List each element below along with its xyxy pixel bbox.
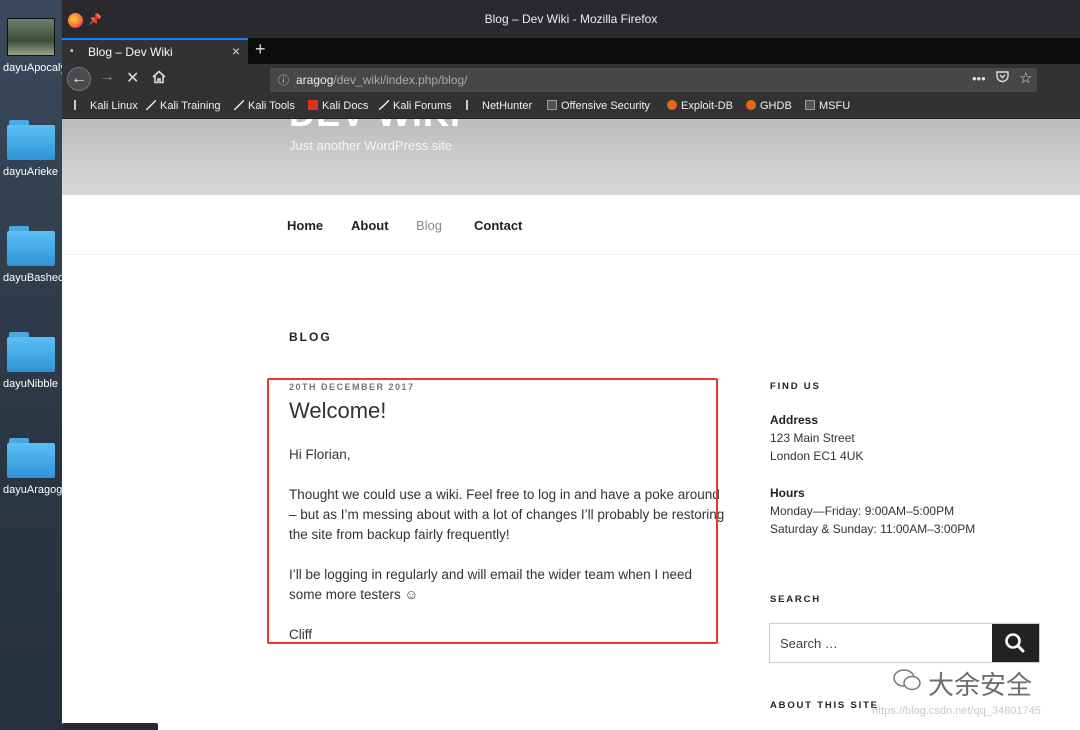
desktop-icon-dayuapocaly[interactable]: dayuApocaly [0,18,62,74]
bookmark-kali-training[interactable]: Kali Training [146,100,221,112]
desktop-icon-label: dayuBashed [3,272,62,284]
pocket-icon[interactable] [996,71,1009,86]
wechat-watermark-icon [893,669,921,691]
hours-line: Saturday & Sunday: 11:00AM–3:00PM [770,522,976,536]
page-title: BLOG [289,330,332,344]
folder-icon [7,332,55,372]
nethunter-icon [466,100,478,110]
desktop: dayuApocaly dayuArieke dayuBashed dayuNi… [0,0,62,730]
csdn-watermark: https://blog.csdn.net/qq_34801745 [872,705,1041,717]
desktop-icon-label: dayuNibble [3,378,59,390]
home-button[interactable] [151,69,167,90]
kali-training-icon [146,100,156,110]
bookmark-msfu[interactable]: MSFU [805,100,850,112]
bookmark-kali-docs[interactable]: Kali Docs [308,100,368,112]
bookmark-offensive-security[interactable]: Offensive Security [547,100,650,112]
hours-label: Hours [770,486,805,500]
page-actions-icon[interactable]: ••• [972,71,986,86]
bookmark-kali-tools[interactable]: Kali Tools [234,100,295,112]
url-bar[interactable]: ⓘ aragog/dev_wiki/index.php/blog/ ••• ☆ [270,68,1037,92]
menu-item-about[interactable]: About [351,218,389,233]
web-page: DEV WIKI Just another WordPress site Hom… [62,119,1080,730]
folder-icon [7,120,55,160]
search-icon [1005,633,1025,653]
stop-button[interactable]: ✕ [126,68,139,88]
site-tagline: Just another WordPress site [289,138,453,153]
search-form [769,623,1040,663]
bookmark-kali-forums[interactable]: Kali Forums [379,100,452,112]
msfu-icon [805,100,815,110]
address-line: London EC1 4UK [770,449,864,463]
url-text: aragog/dev_wiki/index.php/blog/ [296,73,467,87]
back-button[interactable]: ← [67,67,91,91]
kali-docs-icon [308,100,318,110]
red-highlight-annotation [267,378,718,644]
widget-title-about: ABOUT THIS SITE [770,700,879,711]
new-tab-icon[interactable]: + [255,39,266,60]
browser-window: 📌 Blog – Dev Wiki - Mozilla Firefox • Bl… [62,0,1080,730]
address-line: 123 Main Street [770,431,855,445]
bookmark-kali-linux[interactable]: Kali Linux [74,100,138,112]
widget-title-search: SEARCH [770,594,821,605]
site-header: DEV WIKI Just another WordPress site [62,119,1080,195]
folder-icon [7,226,55,266]
folder-icon [7,438,55,478]
widget-title-find-us: FIND US [770,381,821,392]
main-navigation: Home About Blog Contact [62,195,1080,255]
bookmark-nethunter[interactable]: NetHunter [466,100,532,112]
desktop-icon-label: dayuAragog [3,484,62,496]
image-thumbnail-icon [7,18,55,56]
tab-loading-dot-icon: • [70,46,74,57]
address-block: Address 123 Main Street London EC1 4UK [770,411,863,465]
kali-forums-icon [379,100,389,110]
bookmark-exploit-db[interactable]: Exploit-DB [667,100,733,112]
site-info-icon[interactable]: ⓘ [278,72,289,88]
tab-close-icon[interactable]: × [232,43,240,59]
desktop-icon-dayubashed[interactable]: dayuBashed [0,226,62,284]
menu-item-blog[interactable]: Blog [416,218,442,233]
status-bar-tip [62,723,158,730]
navigation-toolbar: ← → ✕ ⓘ aragog/dev_wiki/index.php/blog/ … [62,64,1080,96]
search-button[interactable] [992,624,1039,662]
kali-tools-icon [234,100,244,110]
url-host: aragog [296,73,334,87]
desktop-icon-dayunibble[interactable]: dayuNibble [0,332,62,390]
menu-item-home[interactable]: Home [287,218,323,233]
window-titlebar[interactable]: 📌 Blog – Dev Wiki - Mozilla Firefox [62,0,1080,38]
ghdb-icon [746,100,756,110]
search-input[interactable] [770,624,992,662]
kali-dragon-icon [74,100,86,110]
desktop-icon-label: dayuArieke [3,166,59,178]
bookmarks-toolbar: Kali Linux Kali Training Kali Tools Kali… [62,96,1080,119]
window-title: Blog – Dev Wiki - Mozilla Firefox [484,12,658,26]
offsec-icon [547,100,557,110]
tab-blog-dev-wiki[interactable]: • Blog – Dev Wiki × [62,38,248,64]
home-icon [152,70,166,84]
address-label: Address [770,413,819,427]
exploit-db-icon [667,100,677,110]
tab-bar: • Blog – Dev Wiki × + [62,38,1080,64]
url-path: /dev_wiki/index.php/blog/ [333,73,468,87]
desktop-icon-dayuarieke[interactable]: dayuArieke [0,120,62,178]
hours-block: Hours Monday—Friday: 9:00AM–5:00PM Satur… [770,484,975,538]
desktop-icon-dayuaragog[interactable]: dayuAragog [0,438,62,496]
bookmark-star-icon[interactable]: ☆ [1019,69,1032,87]
bookmark-ghdb[interactable]: GHDB [746,100,792,112]
site-title[interactable]: DEV WIKI [289,119,461,135]
menu-item-contact[interactable]: Contact [474,218,522,233]
hours-line: Monday—Friday: 9:00AM–5:00PM [770,504,955,518]
forward-button[interactable]: → [99,68,115,86]
desktop-icon-label: dayuApocaly [3,62,62,74]
watermark-text: 大余安全 [928,670,1033,700]
tab-title: Blog – Dev Wiki [88,45,173,59]
